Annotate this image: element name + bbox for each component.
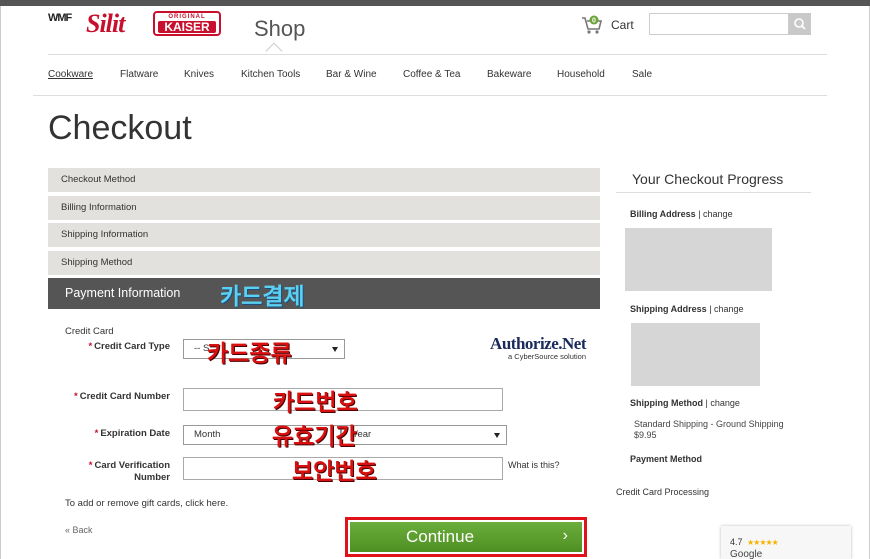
- nav-item-cookware[interactable]: Cookware: [48, 69, 93, 80]
- continue-highlight: Continue ›: [345, 517, 587, 557]
- step-billing-information[interactable]: Billing Information: [48, 196, 600, 220]
- shipping-method-title: Shipping Method: [630, 398, 703, 408]
- google-rating-value: 4.7: [730, 537, 743, 547]
- card-number-label: * Credit Card Number: [50, 391, 170, 403]
- billing-address-block: [625, 228, 772, 291]
- gift-card-text: To add or remove gift cards,: [65, 498, 183, 509]
- card-type-label: * Credit Card Type: [50, 341, 170, 353]
- annotation-expiration: 유효기간: [272, 423, 357, 449]
- annotation-card-number: 카드번호: [273, 389, 358, 415]
- required-mark: *: [94, 428, 99, 439]
- shipping-address-label: Shipping Address | change: [630, 304, 744, 314]
- cart-count: 0: [592, 18, 596, 25]
- nav-divider: [33, 95, 827, 96]
- step-checkout-method[interactable]: Checkout Method: [48, 168, 600, 192]
- card-number-label-text: Credit Card Number: [79, 391, 170, 402]
- shipping-method-value: Standard Shipping - Ground Shipping: [634, 419, 784, 429]
- progress-title: Your Checkout Progress: [632, 171, 784, 187]
- expiration-month-value: Month: [194, 429, 221, 440]
- credit-card-heading: Credit Card: [65, 326, 114, 337]
- shipping-address-title: Shipping Address: [630, 304, 707, 314]
- nav-item-coffee-tea[interactable]: Coffee & Tea: [403, 69, 460, 80]
- required-mark: *: [74, 391, 78, 402]
- back-link[interactable]: « Back: [65, 525, 93, 535]
- nav-item-sale[interactable]: Sale: [632, 69, 652, 80]
- chevron-down-icon: [332, 347, 338, 352]
- shipping-method-price: $9.95: [634, 430, 657, 440]
- cvv-label-line1: Card Verification: [94, 460, 171, 471]
- annotation-card-type: 카드종류: [207, 340, 292, 366]
- payment-method-value: Credit Card Processing: [616, 487, 710, 497]
- kaiser-logo[interactable]: ORIGINAL KAISER: [153, 11, 221, 36]
- kaiser-logo-bottom: KAISER: [158, 21, 216, 33]
- expiration-label-text: Expiration Date: [100, 428, 170, 439]
- required-mark: *: [88, 341, 93, 352]
- billing-address-title: Billing Address: [630, 209, 696, 219]
- wmf-logo[interactable]: WMF: [48, 12, 74, 38]
- silit-logo[interactable]: Silit: [86, 9, 125, 39]
- step-shipping-method[interactable]: Shipping Method: [48, 251, 600, 275]
- progress-divider: [616, 192, 811, 193]
- what-is-this-link[interactable]: What is this?: [508, 460, 560, 470]
- expiration-label: * Expiration Date: [50, 428, 170, 440]
- star-icon: ★★★★★: [746, 538, 779, 547]
- gift-card-link[interactable]: click here.: [185, 498, 228, 509]
- search-button[interactable]: [789, 13, 811, 35]
- expiration-year-select[interactable]: Year: [341, 425, 507, 445]
- shop-title[interactable]: Shop: [254, 16, 305, 42]
- google-rating-row: 4.7 ★★★★★: [730, 532, 851, 550]
- step-payment-information: Payment Information: [48, 278, 600, 309]
- authorize-net-name: Authorize.Net: [490, 334, 586, 353]
- page-title: Checkout: [48, 109, 192, 147]
- billing-change-link[interactable]: | change: [698, 209, 732, 219]
- authorize-net-logo: Authorize.Net a CyberSource solution: [476, 334, 586, 361]
- shipping-method-change-link[interactable]: | change: [706, 398, 740, 408]
- card-type-label-text: Credit Card Type: [94, 341, 170, 352]
- google-name: Google: [730, 549, 763, 559]
- nav-item-bakeware[interactable]: Bakeware: [487, 69, 531, 80]
- nav-item-household[interactable]: Household: [557, 69, 605, 80]
- google-rating-badge[interactable]: 4.7 ★★★★★ Google: [721, 526, 851, 559]
- chevron-right-icon: ›: [562, 527, 568, 544]
- nav-item-flatware[interactable]: Flatware: [120, 69, 158, 80]
- cart-link[interactable]: Cart: [611, 18, 634, 32]
- annotation-payment: 카드결제: [220, 283, 305, 309]
- chevron-down-icon: [494, 433, 500, 438]
- continue-label: Continue: [405, 527, 475, 546]
- nav-item-knives[interactable]: Knives: [184, 69, 214, 80]
- nav-item-bar-wine[interactable]: Bar & Wine: [326, 69, 377, 80]
- search-input[interactable]: [649, 13, 789, 35]
- wmf-logo-text: WMF: [48, 12, 72, 24]
- cart-icon[interactable]: 0: [581, 15, 603, 35]
- continue-button[interactable]: Continue ›: [350, 522, 582, 552]
- annotation-security: 보안번호: [292, 458, 377, 484]
- required-mark: *: [88, 460, 93, 471]
- step-shipping-information[interactable]: Shipping Information: [48, 223, 600, 247]
- shipping-change-link[interactable]: | change: [709, 304, 743, 314]
- billing-address-label: Billing Address | change: [630, 209, 733, 219]
- search-icon: [794, 18, 806, 30]
- nav-item-kitchen-tools[interactable]: Kitchen Tools: [241, 69, 300, 80]
- shipping-method-label: Shipping Method | change: [630, 398, 740, 408]
- cvv-label: * Card Verification Number: [50, 460, 170, 484]
- shipping-address-block: [631, 323, 760, 386]
- header-divider: [48, 54, 827, 55]
- cvv-label-line2: Number: [134, 472, 170, 483]
- payment-method-label: Payment Method: [630, 454, 703, 464]
- gift-card-note: To add or remove gift cards, click here.: [65, 498, 228, 509]
